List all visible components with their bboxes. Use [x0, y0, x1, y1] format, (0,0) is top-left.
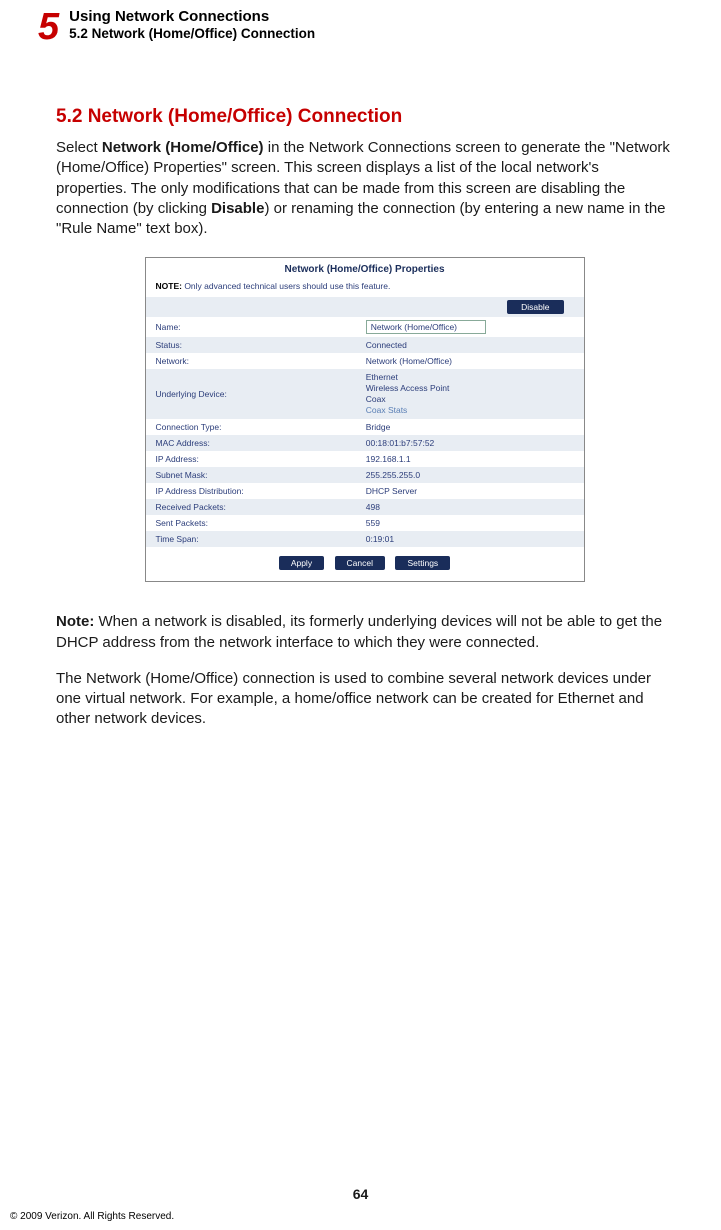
value-subnet: 255.255.255.0 — [356, 467, 584, 483]
header-titles: Using Network Connections 5.2 Network (H… — [69, 8, 315, 41]
value-ip: 192.168.1.1 — [356, 451, 584, 467]
label-mac: MAC Address: — [146, 435, 356, 451]
row-ip: IP Address: 192.168.1.1 — [146, 451, 584, 467]
value-dist: DHCP Server — [356, 483, 584, 499]
section-heading: 5.2 Network (Home/Office) Connection — [56, 106, 673, 128]
row-network: Network: Network (Home/Office) — [146, 353, 584, 369]
screenshot-actions: Apply Cancel Settings — [146, 547, 584, 581]
underlying-ethernet: Ethernet — [366, 372, 574, 383]
row-subnet: Subnet Mask: 255.255.255.0 — [146, 467, 584, 483]
properties-table: Disable Name: Network (Home/Office) Stat… — [146, 297, 584, 547]
value-status: Connected — [356, 337, 584, 353]
page-number: 64 — [0, 1186, 721, 1202]
row-underlying: Underlying Device: Ethernet Wireless Acc… — [146, 369, 584, 419]
p1-bold-2: Disable — [211, 200, 264, 217]
page-header: 5 Using Network Connections 5.2 Network … — [0, 0, 721, 46]
label-rx: Received Packets: — [146, 499, 356, 515]
label-ip: IP Address: — [146, 451, 356, 467]
row-dist: IP Address Distribution: DHCP Server — [146, 483, 584, 499]
content: 5.2 Network (Home/Office) Connection Sel… — [0, 46, 721, 730]
underlying-wireless: Wireless Access Point — [366, 383, 574, 394]
value-network: Network (Home/Office) — [356, 353, 584, 369]
label-time: Time Span: — [146, 531, 356, 547]
value-tx: 559 — [356, 515, 584, 531]
screenshot-note-text: Only advanced technical users should use… — [182, 281, 390, 291]
label-name: Name: — [146, 317, 356, 337]
row-time: Time Span: 0:19:01 — [146, 531, 584, 547]
row-status: Status: Connected — [146, 337, 584, 353]
label-underlying: Underlying Device: — [146, 369, 356, 419]
apply-button[interactable]: Apply — [279, 556, 324, 570]
label-dist: IP Address Distribution: — [146, 483, 356, 499]
properties-screenshot: Network (Home/Office) Properties NOTE: O… — [145, 257, 585, 582]
label-status: Status: — [146, 337, 356, 353]
row-name: Name: Network (Home/Office) — [146, 317, 584, 337]
screenshot-title: Network (Home/Office) Properties — [146, 258, 584, 279]
intro-paragraph: Select Network (Home/Office) in the Netw… — [56, 138, 673, 239]
label-conn-type: Connection Type: — [146, 419, 356, 435]
description-paragraph: The Network (Home/Office) connection is … — [56, 669, 673, 730]
cancel-button[interactable]: Cancel — [335, 556, 385, 570]
chapter-title: Using Network Connections — [69, 8, 315, 25]
row-conn-type: Connection Type: Bridge — [146, 419, 584, 435]
note-paragraph: Note: When a network is disabled, its fo… — [56, 612, 673, 653]
underlying-coax: Coax — [366, 394, 574, 405]
value-mac: 00:18:01:b7:57:52 — [356, 435, 584, 451]
chapter-subtitle: 5.2 Network (Home/Office) Connection — [69, 26, 315, 41]
label-subnet: Subnet Mask: — [146, 467, 356, 483]
value-time: 0:19:01 — [356, 531, 584, 547]
name-input[interactable]: Network (Home/Office) — [366, 320, 486, 334]
underlying-coax-stats[interactable]: Coax Stats — [366, 405, 574, 416]
copyright: © 2009 Verizon. All Rights Reserved. — [10, 1211, 174, 1222]
row-rx: Received Packets: 498 — [146, 499, 584, 515]
disable-button[interactable]: Disable — [507, 300, 563, 314]
p1-bold-1: Network (Home/Office) — [102, 139, 264, 156]
value-underlying: Ethernet Wireless Access Point Coax Coax… — [356, 369, 584, 419]
screenshot-note-label: NOTE: — [156, 281, 182, 291]
screenshot-note: NOTE: Only advanced technical users shou… — [146, 279, 584, 297]
note-text: When a network is disabled, its formerly… — [56, 613, 662, 650]
label-network: Network: — [146, 353, 356, 369]
disable-row: Disable — [146, 297, 584, 317]
value-conn-type: Bridge — [356, 419, 584, 435]
row-tx: Sent Packets: 559 — [146, 515, 584, 531]
row-mac: MAC Address: 00:18:01:b7:57:52 — [146, 435, 584, 451]
settings-button[interactable]: Settings — [395, 556, 450, 570]
value-rx: 498 — [356, 499, 584, 515]
p1-pre: Select — [56, 139, 102, 156]
note-label: Note: — [56, 613, 94, 630]
chapter-number: 5 — [38, 8, 57, 46]
label-tx: Sent Packets: — [146, 515, 356, 531]
